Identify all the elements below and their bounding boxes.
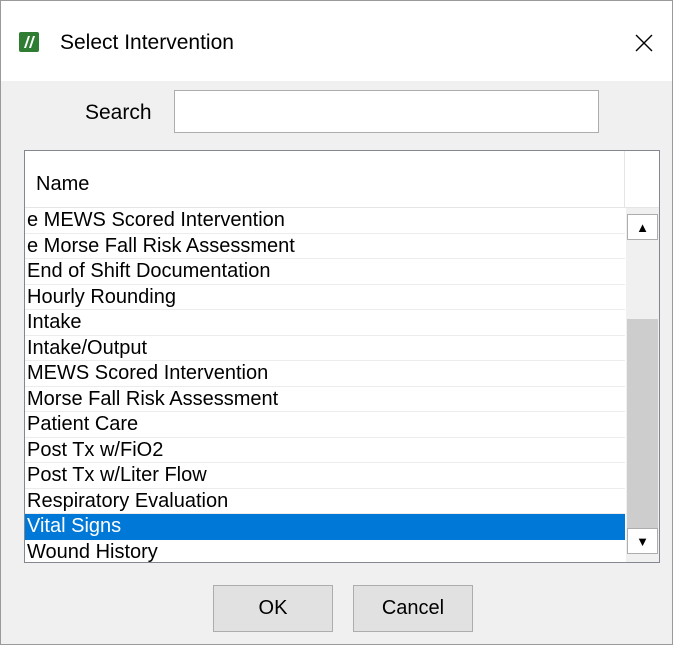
search-label: Search (85, 101, 152, 124)
list-item[interactable]: MEWS Scored Intervention (25, 361, 625, 387)
list-item[interactable]: Morse Fall Risk Assessment (25, 387, 625, 412)
close-button[interactable] (629, 28, 659, 58)
close-icon (635, 34, 653, 52)
list-item[interactable]: Intake (25, 310, 625, 336)
list-item[interactable]: Patient Care (25, 412, 625, 438)
scroll-down-button[interactable]: ▼ (627, 528, 658, 554)
list-item[interactable]: Post Tx w/Liter Flow (25, 463, 625, 489)
search-row: Search (1, 87, 672, 137)
scroll-down-arrow-icon: ▼ (636, 533, 649, 549)
list-item[interactable]: Post Tx w/FiO2 (25, 438, 625, 463)
select-intervention-dialog: Select Intervention Search Name e MEWS S… (0, 0, 673, 645)
scroll-up-button[interactable]: ▲ (627, 214, 658, 240)
ok-button[interactable]: OK (213, 585, 333, 632)
list-item[interactable]: Hourly Rounding (25, 285, 625, 310)
list-item[interactable]: Wound History (25, 540, 625, 563)
list-item[interactable]: Respiratory Evaluation (25, 489, 625, 514)
list-item-selected[interactable]: Vital Signs (25, 514, 625, 540)
cancel-button[interactable]: Cancel (353, 585, 473, 632)
title-bar[interactable]: Select Intervention (1, 1, 672, 81)
column-header-label: Name (36, 173, 90, 195)
app-logo-icon (19, 32, 39, 52)
window-title: Select Intervention (60, 31, 234, 54)
list-item[interactable]: Intake/Output (25, 336, 625, 361)
list-rows: e MEWS Scored Intervention e Morse Fall R… (25, 208, 625, 562)
column-header-name[interactable]: Name (25, 151, 625, 208)
list-item[interactable]: e MEWS Scored Intervention (25, 208, 625, 234)
search-input[interactable] (174, 90, 599, 133)
scroll-up-arrow-icon: ▲ (636, 219, 649, 235)
intervention-list[interactable]: Name e MEWS Scored Intervention e Morse F… (24, 150, 660, 563)
vertical-scrollbar[interactable]: ▲ ▼ (626, 208, 659, 562)
list-item[interactable]: e Morse Fall Risk Assessment (25, 234, 625, 259)
scroll-thumb[interactable] (627, 319, 658, 528)
list-header: Name (25, 151, 659, 208)
list-item[interactable]: End of Shift Documentation (25, 259, 625, 285)
